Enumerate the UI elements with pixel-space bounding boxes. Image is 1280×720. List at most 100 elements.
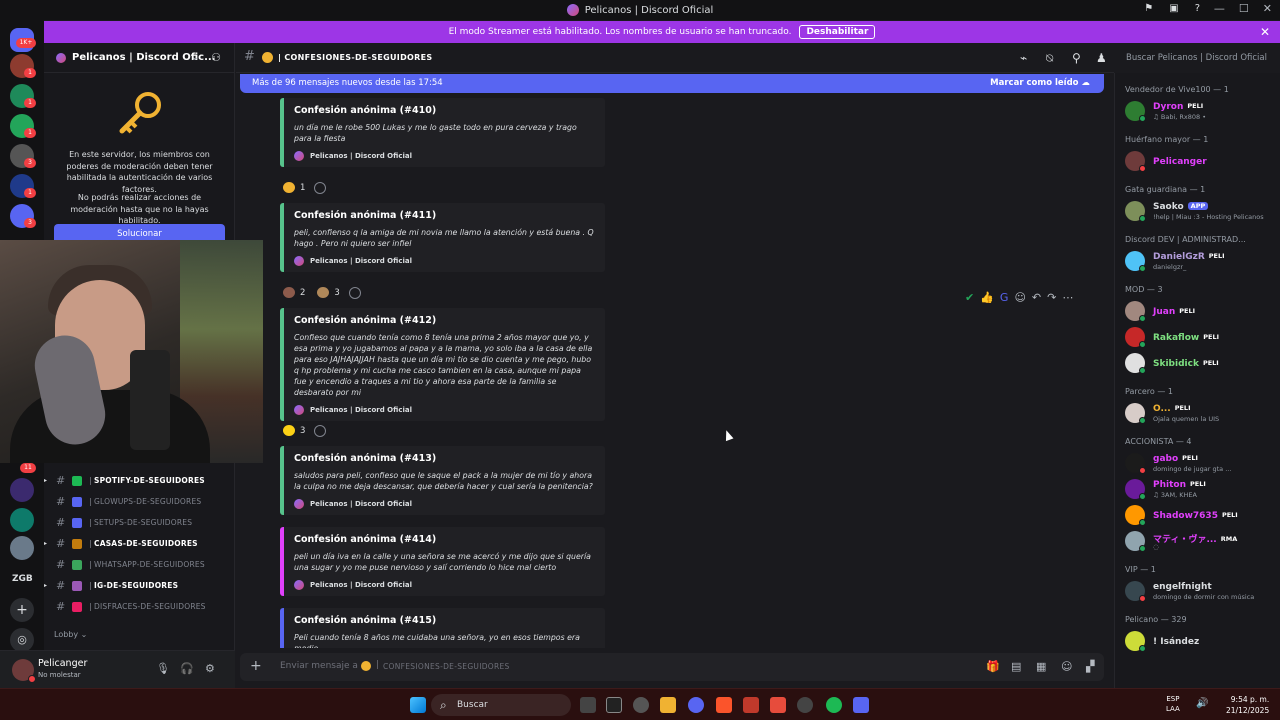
g-reaction-icon[interactable]: G (1000, 291, 1009, 304)
reaction-button[interactable]: 3 (280, 423, 308, 438)
microphone-icon[interactable]: 🎙 (156, 662, 170, 675)
maximize-button[interactable]: ☐ (1239, 2, 1249, 15)
add-reaction-icon[interactable] (314, 424, 327, 437)
screen-icon[interactable]: ▣ (1169, 3, 1178, 14)
chevron-down-icon[interactable]: ⌄ (191, 53, 199, 63)
member-item[interactable]: Rakaflow PELI (1125, 325, 1275, 349)
app-icon[interactable] (743, 697, 759, 713)
discover-icon[interactable]: ◎ (10, 628, 34, 652)
member-item[interactable]: Shadow7635 PELI (1125, 503, 1275, 527)
disable-streamer-button[interactable]: Deshabilitar (799, 25, 876, 39)
add-reaction-icon[interactable]: ☺ (1014, 291, 1025, 304)
close-banner-icon[interactable]: ✕ (1260, 25, 1270, 39)
server-header[interactable]: Pelicanos | Discord Ofic... ⌄ ⚇ (44, 43, 235, 73)
members-icon[interactable]: ♟ (1096, 51, 1107, 65)
member-item[interactable]: Phiton PELI ♫ 3AM, KHEA (1125, 477, 1275, 501)
notion-icon[interactable] (606, 697, 622, 713)
status-icon (1139, 467, 1146, 474)
channel-item[interactable]: ▸ # | SPOTIFY-DE-SEGUIDORES (44, 471, 235, 490)
unread-indicator-icon: ▸ (44, 540, 48, 547)
volume-icon[interactable]: 🔊 (1196, 698, 1208, 709)
member-item[interactable]: Skibidick PELI (1125, 351, 1275, 375)
sticker-icon[interactable]: ▦ (1036, 660, 1046, 673)
obs-icon[interactable] (797, 697, 813, 713)
member-item[interactable]: ! Isández (1125, 629, 1275, 653)
task-view-icon[interactable] (580, 697, 596, 713)
window-titlebar: Pelicanos | Discord Oficial ⚑ ▣ ? — ☐ ✕ (0, 0, 1280, 20)
member-item[interactable]: Pelicanger (1125, 149, 1275, 173)
member-tag: PELI (1221, 511, 1238, 519)
member-item[interactable]: engelfnight domingo de dormir con música (1125, 579, 1275, 603)
member-item[interactable]: gabo PELI domingo de jugar gta ... (1125, 451, 1275, 475)
headphones-icon[interactable]: 🎧 (180, 662, 194, 675)
pin-icon[interactable]: ⚲ (1072, 51, 1081, 65)
chrome-icon[interactable] (633, 697, 649, 713)
new-messages-bar[interactable]: Más de 96 mensajes nuevos desde las 17:5… (240, 74, 1104, 93)
check-reaction-icon[interactable]: ✔ (965, 291, 974, 304)
thumbs-up-icon[interactable]: 👍 (980, 291, 994, 304)
window-title: Pelicanos | Discord Oficial (584, 4, 714, 16)
reaction-emoji-icon (283, 182, 295, 193)
member-item[interactable]: Dyron PELI ♫ Babi, Rx808 • (1125, 99, 1275, 123)
more-options-icon[interactable]: ⋯ (1062, 291, 1073, 304)
spotify-icon[interactable] (826, 697, 842, 713)
channel-emoji-icon (72, 559, 82, 570)
reaction-button[interactable]: 3 (314, 285, 342, 300)
server-icon[interactable] (10, 478, 34, 502)
gift-icon[interactable]: 🎁 (986, 660, 1000, 673)
member-item[interactable]: O... PELI Ojala quemen la UIS (1125, 401, 1275, 425)
gif-icon[interactable]: ▤ (1011, 660, 1021, 673)
status-icon (1139, 165, 1146, 172)
member-name: Dyron PELI (1153, 102, 1203, 112)
reaction-count: 3 (334, 287, 340, 298)
server-text-icon[interactable]: ZGB (12, 574, 33, 584)
reaction-button[interactable]: 2 (280, 285, 308, 300)
settings-gear-icon[interactable]: ⚙ (205, 662, 215, 675)
close-app-icon[interactable] (770, 697, 786, 713)
forward-icon[interactable]: ↷ (1047, 291, 1056, 304)
channel-item[interactable]: # | WHATSAPP-DE-SEGUIDORES (44, 555, 235, 574)
separator: | (376, 660, 380, 670)
message-composer[interactable]: + Enviar mensaje a # | CONFESIONES-DE-SE… (240, 653, 1104, 681)
discord-server-icon[interactable] (853, 697, 869, 713)
mark-read-button[interactable]: Marcar como leído ☁ (990, 78, 1090, 88)
channel-item[interactable]: # | GLOWUPS-DE-SEGUIDORES (44, 492, 235, 511)
embed-title: Confesión anónima (#414) (294, 534, 437, 545)
member-item[interactable]: Juan PELI (1125, 299, 1275, 323)
start-icon[interactable] (410, 697, 426, 713)
member-item[interactable]: Saoko APP !help | Miau :3 - Hosting Pelica… (1125, 199, 1275, 223)
inbox-icon[interactable]: ⚑ (1144, 3, 1153, 14)
minimize-button[interactable]: — (1214, 2, 1225, 15)
reply-icon[interactable]: ↶ (1032, 291, 1041, 304)
apps-icon[interactable]: ▞ (1086, 660, 1094, 673)
search-input[interactable]: Buscar Pelicanos | Discord Oficial (1120, 49, 1275, 67)
language-indicator[interactable]: ESP LAA (1166, 694, 1180, 714)
separator: | (89, 476, 92, 485)
system-clock[interactable]: 9:54 p. m. 21/12/2025 (1226, 694, 1269, 716)
add-reaction-icon[interactable] (314, 181, 327, 194)
add-member-icon[interactable]: ⚇ (211, 51, 221, 64)
discord-icon[interactable] (688, 697, 704, 713)
notifications-muted-icon[interactable]: ⍉ (1046, 51, 1053, 66)
help-icon[interactable]: ? (1195, 3, 1200, 14)
channel-item[interactable]: ▸ # | IG-DE-SEGUIDORES (44, 576, 235, 595)
member-item[interactable]: マティ・ヴァ... RMA ◌ (1125, 529, 1275, 553)
server-icon[interactable] (10, 508, 34, 532)
channel-item[interactable]: # | SETUPS-DE-SEGUIDORES (44, 513, 235, 532)
add-server-icon[interactable]: + (10, 598, 34, 622)
threads-icon[interactable]: ⌁ (1020, 51, 1027, 65)
server-icon[interactable] (10, 536, 34, 560)
reaction-button[interactable]: 1 (280, 180, 308, 195)
emoji-icon[interactable]: ☺ (1061, 660, 1072, 673)
add-reaction-icon[interactable] (348, 286, 361, 299)
file-explorer-icon[interactable] (660, 697, 676, 713)
channel-emoji-icon (361, 661, 371, 671)
channel-item[interactable]: # | DISFRACES-DE-SEGUIDORES (44, 597, 235, 616)
close-window-button[interactable]: ✕ (1263, 2, 1272, 15)
taskbar-search-input[interactable]: Buscar (431, 694, 571, 716)
brave-icon[interactable] (716, 697, 732, 713)
member-item[interactable]: DanielGzR PELI danielgzr_ (1125, 249, 1275, 273)
add-attachment-icon[interactable]: + (250, 658, 262, 674)
channel-item[interactable]: ▸ # | CASAS-DE-SEGUIDORES (44, 534, 235, 553)
lobby-category[interactable]: Lobby ⌄ (54, 630, 87, 639)
